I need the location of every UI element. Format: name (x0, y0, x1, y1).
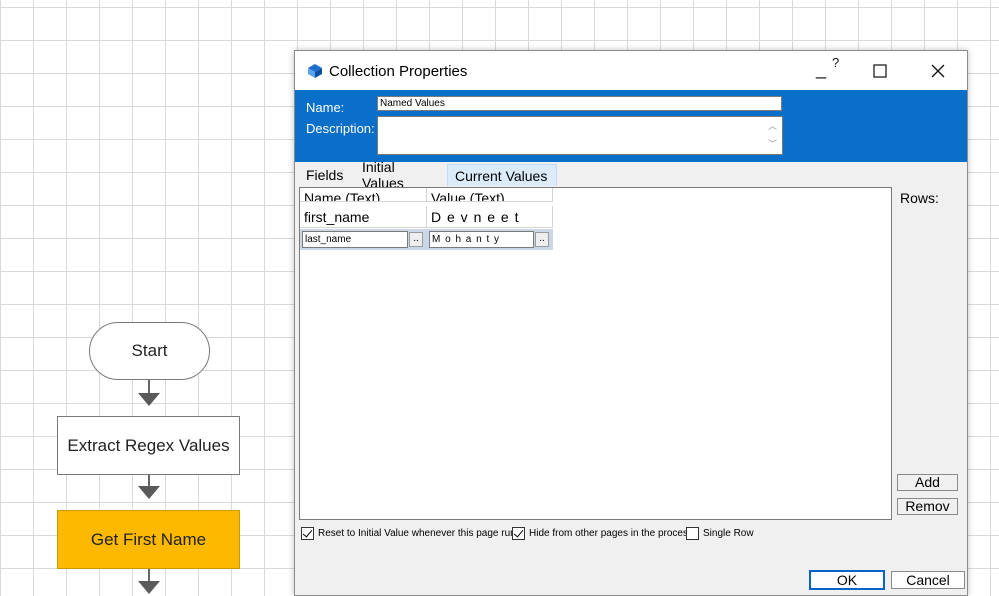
header-band: Name: Named Values Description: ︿ ﹀ (295, 90, 967, 162)
name-ellipsis-button[interactable]: .. (409, 232, 423, 247)
maximize-button[interactable] (857, 51, 903, 90)
description-scrollbar[interactable]: ︿ ﹀ (765, 117, 781, 153)
single-row-checkbox[interactable] (686, 526, 699, 540)
values-grid: Name (Text) Value (Text) first_name D e … (299, 187, 892, 520)
description-input[interactable] (377, 116, 783, 155)
action-node-label: Extract Regex Values (67, 435, 230, 455)
minimize-icon[interactable]: _ (816, 59, 826, 80)
scroll-down-icon[interactable]: ﹀ (768, 137, 777, 150)
edit-value-input[interactable]: M o h a n t y (429, 231, 534, 248)
ok-button[interactable]: OK (809, 570, 885, 590)
hide-checkbox[interactable] (512, 526, 525, 540)
remove-row-button[interactable]: Remov (897, 498, 958, 515)
connector-line (148, 380, 150, 394)
start-node-label: Start (131, 341, 168, 360)
collection-app-icon (307, 63, 323, 84)
reset-checkbox-label: Reset to Initial Value whenever this pag… (318, 527, 521, 539)
add-row-button[interactable]: Add (897, 474, 958, 491)
start-node[interactable]: Start (89, 322, 210, 380)
arrow-down-icon (138, 581, 160, 594)
hide-checkbox-row[interactable]: Hide from other pages in the process (512, 525, 693, 541)
arrow-down-icon (138, 486, 160, 499)
column-header-value[interactable]: Value (Text) (427, 188, 553, 202)
tab-current-values[interactable]: Current Values (447, 164, 557, 186)
calc-node-get-first-name[interactable]: Get First Name (57, 510, 240, 569)
cell-name[interactable]: first_name (300, 206, 427, 228)
reset-checkbox[interactable] (301, 526, 314, 540)
tab-fields[interactable]: Fields (299, 164, 353, 186)
reset-checkbox-row[interactable]: Reset to Initial Value whenever this pag… (301, 525, 521, 541)
edit-name-input[interactable]: last_name (302, 231, 408, 248)
table-row-editing: last_name .. M o h a n t y .. (300, 229, 553, 250)
tab-initial-values[interactable]: Initial Values (355, 159, 447, 191)
calc-node-label: Get First Name (90, 529, 207, 549)
rows-label: Rows: (900, 190, 939, 206)
close-icon (931, 64, 945, 77)
cancel-button[interactable]: Cancel (891, 571, 965, 589)
scroll-up-icon[interactable]: ︿ (768, 119, 777, 132)
maximize-icon (873, 63, 887, 78)
hide-checkbox-label: Hide from other pages in the process (529, 527, 693, 539)
single-row-checkbox-row[interactable]: Single Row (686, 525, 754, 541)
cell-value[interactable]: D e v n e e t (427, 206, 553, 228)
value-ellipsis-button[interactable]: .. (535, 232, 549, 247)
name-label: Name: (306, 100, 345, 115)
close-button[interactable] (915, 51, 961, 90)
help-icon[interactable]: ? (832, 55, 839, 70)
dialog-title: Collection Properties (329, 63, 468, 80)
arrow-down-icon (138, 393, 160, 406)
dialog-titlebar[interactable]: Collection Properties ? _ (295, 51, 967, 90)
collection-properties-dialog: Collection Properties ? _ Name: Named Va… (294, 50, 968, 596)
description-label: Description: (306, 121, 375, 136)
single-row-checkbox-label: Single Row (703, 527, 754, 539)
action-node-extract-regex[interactable]: Extract Regex Values (57, 416, 240, 475)
name-input[interactable]: Named Values (377, 96, 782, 111)
column-header-name[interactable]: Name (Text) (300, 188, 427, 202)
